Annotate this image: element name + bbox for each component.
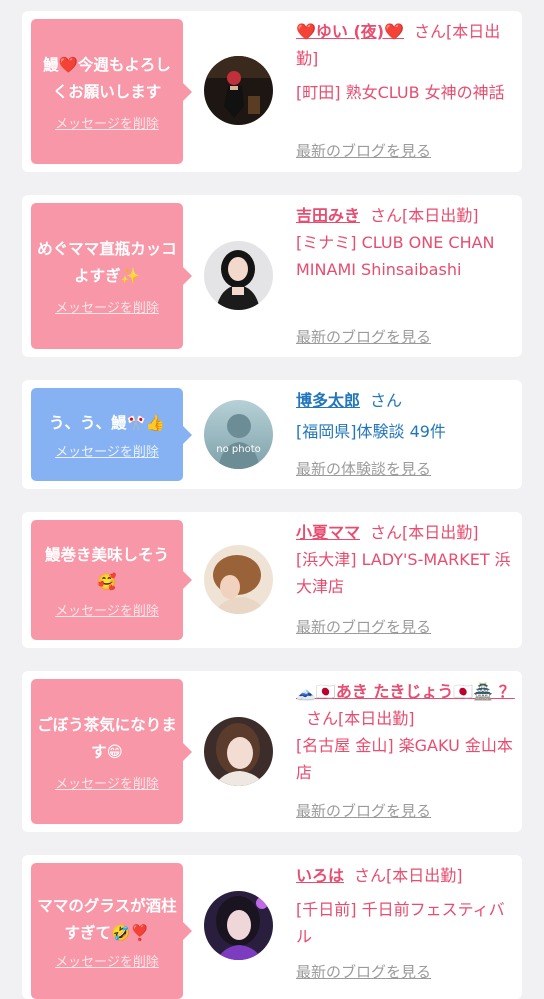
message-bubble: 鰻巻き美味しそう🥰 メッセージを削除 (31, 520, 192, 640)
message-bubble: ごぼう茶気になります😁 メッセージを削除 (31, 679, 192, 824)
user-name-link[interactable]: ❤️ゆい (夜)❤️ (296, 22, 404, 41)
user-info: 🗻🇯🇵あき たきじょう🇯🇵🏯 ？ さん[本日出勤] [名古屋 金山] 楽GAKU … (296, 678, 516, 786)
shop-name: [ミナミ] CLUB ONE CHAN MINAMI Shinsaibashi (296, 233, 495, 279)
san-status: さん (370, 391, 403, 410)
latest-blog-link[interactable]: 最新のブログを見る (296, 326, 431, 347)
avatar[interactable] (204, 241, 273, 310)
latest-blog-link[interactable]: 最新のブログを見る (296, 616, 431, 637)
san-status: さん[本日出勤] (370, 523, 479, 542)
avatar[interactable] (204, 56, 273, 125)
shop-name: [浜大津] LADY'S-MARKET 浜大津店 (296, 550, 511, 596)
user-name-link[interactable]: 🗻🇯🇵あき たきじょう🇯🇵🏯 ？ (296, 682, 515, 701)
message-bubble: う、う、鰻🎌👍 メッセージを削除 (31, 388, 192, 481)
user-name-link[interactable]: 小夏ママ (296, 523, 360, 542)
message-text: めぐママ直瓶カッコよすぎ✨ (37, 240, 177, 285)
san-status: さん[本日出勤] (354, 866, 463, 885)
avatar[interactable] (204, 545, 273, 614)
message-text: ママのグラスが酒柱すぎて🤣❣️ (37, 896, 177, 942)
message-card: ママのグラスが酒柱すぎて🤣❣️ メッセージを削除 いろは さん[本日出勤] [千日… (22, 855, 522, 999)
san-status: さん[本日出勤] (306, 709, 415, 728)
delete-message-link[interactable]: メッセージを削除 (55, 441, 159, 460)
latest-blog-link[interactable]: 最新のブログを見る (296, 800, 431, 821)
message-bubble: ママのグラスが酒柱すぎて🤣❣️ メッセージを削除 (31, 863, 192, 999)
delete-message-link[interactable]: メッセージを削除 (55, 113, 159, 132)
shop-name: [町田] 熟女CLUB 女神の神話 (296, 83, 505, 102)
message-card: 鰻❤️今週もよろしくお願いします メッセージを削除 ❤️ゆい (夜)❤️ さん[本… (22, 11, 522, 172)
message-text: う、う、鰻🎌👍 (48, 413, 166, 432)
message-text: ごぼう茶気になります😁 (37, 715, 177, 761)
message-text: 鰻❤️今週もよろしくお願いします (43, 55, 171, 101)
shop-name: [名古屋 金山] 楽GAKU 金山本店 (296, 736, 513, 782)
message-card: ごぼう茶気になります😁 メッセージを削除 🗻🇯🇵あき たきじょう🇯🇵🏯 ？ さん[… (22, 671, 522, 832)
user-name-link[interactable]: 吉田みき (296, 206, 360, 225)
shop-name: [千日前] 千日前フェスティバル (296, 900, 505, 946)
message-feed: 鰻❤️今週もよろしくお願いします メッセージを削除 ❤️ゆい (夜)❤️ さん[本… (0, 0, 544, 999)
message-text: 鰻巻き美味しそう🥰 (44, 545, 169, 591)
message-bubble: 鰻❤️今週もよろしくお願いします メッセージを削除 (31, 19, 192, 164)
avatar[interactable] (204, 717, 273, 786)
experience-summary: [福岡県]体験談 49件 (296, 422, 446, 441)
avatar[interactable]: no photo (204, 400, 273, 469)
delete-message-link[interactable]: メッセージを削除 (55, 773, 159, 792)
message-card: う、う、鰻🎌👍 メッセージを削除 no photo 博多太郎 さん [福岡県]体験… (22, 380, 522, 489)
delete-message-link[interactable]: メッセージを削除 (55, 600, 159, 619)
user-info: 吉田みき さん[本日出勤] [ミナミ] CLUB ONE CHAN MINAMI … (296, 202, 516, 283)
latest-blog-link[interactable]: 最新のブログを見る (296, 140, 431, 161)
user-info: いろは さん[本日出勤] [千日前] 千日前フェスティバル (296, 862, 516, 950)
san-status: さん[本日出勤] (370, 206, 479, 225)
delete-message-link[interactable]: メッセージを削除 (55, 297, 159, 316)
user-info: 博多太郎 さん [福岡県]体験談 49件 (296, 387, 516, 445)
user-name-link[interactable]: 博多太郎 (296, 391, 360, 410)
message-bubble: めぐママ直瓶カッコよすぎ✨ メッセージを削除 (31, 203, 192, 349)
avatar[interactable] (204, 891, 273, 960)
user-info: 小夏ママ さん[本日出勤] [浜大津] LADY'S-MARKET 浜大津店 (296, 519, 516, 600)
message-card: 鰻巻き美味しそう🥰 メッセージを削除 小夏ママ さん[本日出勤] [浜大津] LA… (22, 512, 522, 648)
user-info: ❤️ゆい (夜)❤️ さん[本日出勤] [町田] 熟女CLUB 女神の神話 (296, 18, 516, 106)
latest-blog-link[interactable]: 最新のブログを見る (296, 961, 431, 982)
message-card: めぐママ直瓶カッコよすぎ✨ メッセージを削除 吉田みき さん[本日出勤] [ミナミ… (22, 195, 522, 357)
user-name-link[interactable]: いろは (296, 866, 344, 885)
latest-experience-link[interactable]: 最新の体験談を見る (296, 458, 431, 479)
delete-message-link[interactable]: メッセージを削除 (55, 951, 159, 970)
no-photo-label: no photo (216, 444, 261, 455)
